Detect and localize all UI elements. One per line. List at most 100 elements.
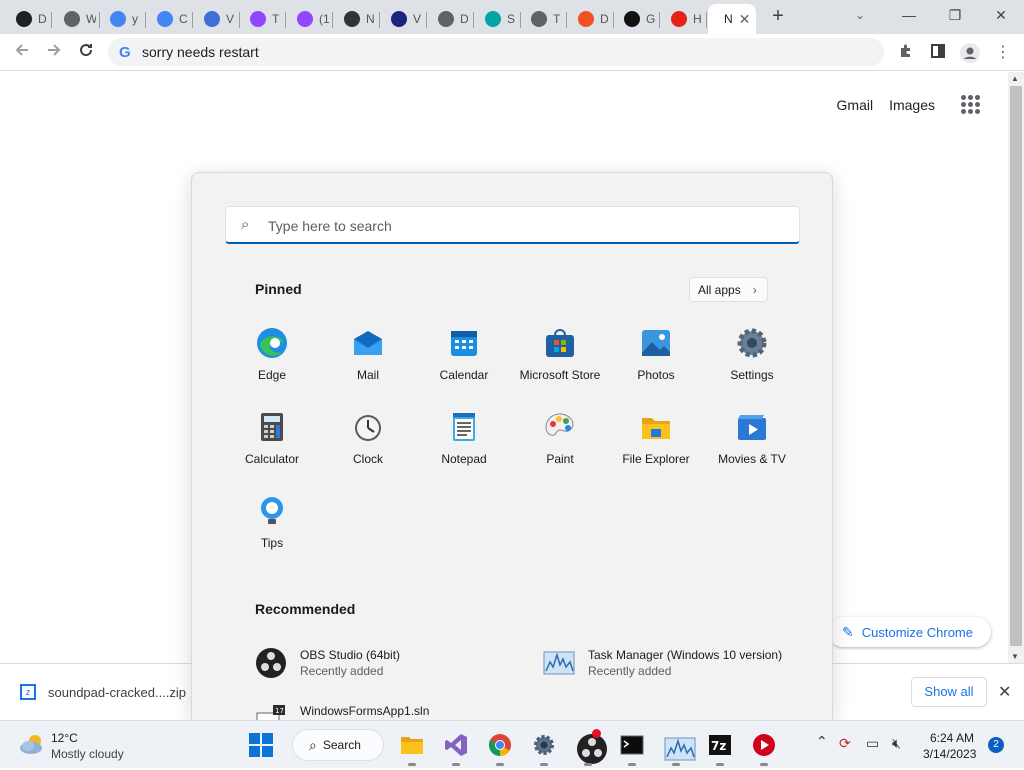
display-icon[interactable]: ▭ [866, 735, 879, 752]
tab-9[interactable]: D [428, 4, 474, 34]
chrome-icon[interactable] [488, 733, 512, 766]
scroll-down-icon[interactable]: ▼ [1011, 652, 1019, 661]
images-link[interactable]: Images [889, 97, 935, 113]
notification-badge[interactable]: 2 [988, 737, 1004, 753]
customize-chrome-label: Customize Chrome [861, 624, 973, 640]
tab-7[interactable]: N [334, 4, 380, 34]
obs-icon[interactable] [576, 729, 607, 766]
calendar-icon [448, 327, 480, 359]
tab-3[interactable]: C [147, 4, 193, 34]
tab-12[interactable]: D [568, 4, 614, 34]
pinned-app-clock[interactable]: Clock [320, 407, 416, 487]
cloudy-weather-icon[interactable] [18, 733, 46, 755]
profile-avatar-icon[interactable] [960, 43, 980, 63]
extensions-icon[interactable] [896, 43, 916, 63]
file-explorer-icon[interactable] [400, 733, 424, 766]
clock-date[interactable]: 3/14/2023 [923, 747, 976, 761]
tab-8[interactable]: V [381, 4, 427, 34]
all-apps-button[interactable]: All apps › [689, 277, 768, 302]
taskbar-search-button[interactable]: ⌕ Search [292, 729, 384, 761]
window-close-button[interactable]: ✕ [978, 4, 1024, 26]
tab-13[interactable]: G [614, 4, 660, 34]
forward-button[interactable] [42, 40, 66, 64]
tab-4[interactable]: V [194, 4, 240, 34]
maximize-button[interactable]: ❐ [932, 4, 978, 26]
pinned-app-notepad[interactable]: Notepad [416, 407, 512, 487]
pinned-app-movies-tv[interactable]: Movies & TV [704, 407, 800, 487]
minimize-button[interactable]: — [886, 4, 932, 26]
tab-close-icon[interactable]: ✕ [739, 11, 751, 28]
tab-1[interactable]: W [54, 4, 100, 34]
download-shelf-close-icon[interactable]: ✕ [998, 682, 1011, 702]
tab-0[interactable]: D [6, 4, 52, 34]
tab-label: S [507, 12, 516, 26]
back-arrow-icon [15, 44, 28, 56]
pinned-app-microsoft-store[interactable]: Microsoft Store [512, 323, 608, 403]
page-scrollbar[interactable]: ▲ ▼ [1008, 72, 1024, 664]
pinned-app-file-explorer[interactable]: File Explorer [608, 407, 704, 487]
start-search-input[interactable]: ⌕ Type here to search [225, 206, 800, 244]
tab-active-label: N [724, 12, 733, 26]
pinned-app-settings[interactable]: Settings [704, 323, 800, 403]
new-tab-button[interactable]: + [768, 6, 788, 26]
7zip-icon[interactable]: 7z [708, 733, 732, 766]
recording-badge [592, 729, 601, 738]
tab-label: T [553, 12, 561, 26]
tab-14[interactable]: H [661, 4, 707, 34]
video-player-icon[interactable] [752, 733, 776, 766]
chevron-up-icon[interactable]: ⌃ [816, 733, 828, 750]
terminal-icon[interactable] [620, 733, 644, 766]
reload-icon [80, 44, 93, 57]
customize-chrome-button[interactable]: ✎ Customize Chrome [828, 617, 991, 647]
pinned-app-calendar[interactable]: Calendar [416, 323, 512, 403]
visual-studio-icon[interactable] [444, 733, 468, 766]
clock-time[interactable]: 6:24 AM [930, 731, 974, 745]
twitch-icon [250, 11, 266, 27]
pinned-app-paint[interactable]: Paint [512, 407, 608, 487]
omnibox-text[interactable]: sorry needs restart [142, 44, 259, 60]
recommended-item[interactable]: Task Manager (Windows 10 version) Recentl… [543, 645, 803, 685]
pinned-app-tips[interactable]: Tips [224, 491, 320, 571]
tab-10[interactable]: S [475, 4, 521, 34]
tab-active[interactable]: N ✕ [708, 4, 756, 34]
search-icon: ⌕ [309, 736, 317, 753]
recommended-item[interactable]: 17 WindowsFormsApp1.sln [255, 701, 515, 720]
zip-file-icon: z [20, 684, 36, 700]
download-filename[interactable]: soundpad-cracked....zip [48, 685, 186, 700]
task-manager-icon[interactable] [664, 733, 696, 766]
sync-icon[interactable]: ⟳ [839, 735, 851, 752]
photos-icon [640, 327, 672, 359]
gmail-link[interactable]: Gmail [837, 97, 874, 113]
pinned-app-label: File Explorer [622, 452, 690, 466]
tab-label: N [366, 12, 375, 26]
settings-icon[interactable] [532, 733, 556, 766]
tab-5[interactable]: T [240, 4, 286, 34]
tab-11[interactable]: T [521, 4, 567, 34]
pinned-app-calculator[interactable]: Calculator [224, 407, 320, 487]
recommended-item[interactable]: OBS Studio (64bit) Recently added [255, 645, 515, 685]
side-panel-icon[interactable] [928, 43, 948, 63]
omnibox[interactable]: G sorry needs restart [108, 38, 884, 66]
vs-icon [391, 11, 407, 27]
reload-button[interactable] [74, 40, 98, 64]
windows-start-icon[interactable] [249, 733, 273, 757]
scroll-thumb[interactable] [1010, 86, 1022, 646]
tab-2[interactable]: y [100, 4, 146, 34]
speaker-muted-icon[interactable]: 🔇︎ [892, 735, 901, 752]
google-apps-icon[interactable] [961, 95, 980, 114]
show-all-downloads-button[interactable]: Show all [911, 677, 987, 707]
tab-label: D [460, 12, 469, 26]
pinned-app-mail[interactable]: Mail [320, 323, 416, 403]
folder-icon [485, 11, 501, 27]
scroll-up-icon[interactable]: ▲ [1011, 74, 1019, 83]
back-button[interactable] [10, 40, 34, 64]
pinned-app-photos[interactable]: Photos [608, 323, 704, 403]
weather-temperature[interactable]: 12°C [51, 731, 78, 745]
vs-solution-icon: 17 [255, 703, 287, 720]
recommended-item-subtitle: Recently added [588, 664, 672, 678]
weather-description[interactable]: Mostly cloudy [51, 747, 124, 761]
tab-6[interactable]: (1 [287, 4, 333, 34]
tab-search-button[interactable]: ⌄ [855, 8, 865, 22]
pinned-app-edge[interactable]: Edge [224, 323, 320, 403]
chrome-menu-icon[interactable]: ⋮ [993, 43, 1013, 63]
